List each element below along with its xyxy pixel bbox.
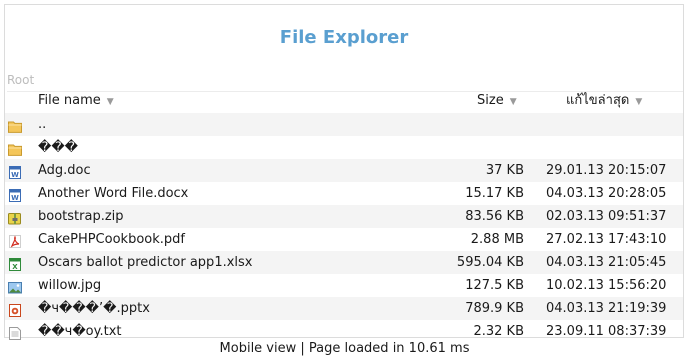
table-row[interactable]: ��ч�oy.txt 2.32 KB 23.09.11 08:37:39: [5, 320, 683, 343]
image-icon: [8, 279, 22, 294]
file-name[interactable]: ..: [38, 113, 46, 136]
word-doc-icon: W: [8, 187, 22, 202]
file-modified-date: 23.09.11 08:37:39: [546, 324, 667, 339]
table-row[interactable]: willow.jpg 127.5 KB 10.02.13 15:56:20: [5, 274, 683, 297]
column-header-size-label: Size: [477, 93, 504, 108]
column-header-name-label: File name: [38, 93, 101, 108]
table-row[interactable]: W Adg.doc 37 KB 29.01.13 20:15:07: [5, 159, 683, 182]
page-title: File Explorer: [279, 27, 409, 48]
table-row[interactable]: CakePHPCookbook.pdf 2.88 MB 27.02.13 17:43…: [5, 228, 683, 251]
file-name[interactable]: Adg.doc: [38, 159, 91, 182]
file-size: 83.56 KB: [465, 209, 524, 224]
excel-icon: X: [8, 256, 22, 271]
file-size: 595.04 KB: [456, 255, 524, 270]
powerpoint-icon: [8, 302, 22, 317]
svg-text:W: W: [11, 194, 19, 202]
file-name[interactable]: ��ч�oy.txt: [38, 320, 121, 343]
file-list: .. ��� W Adg.doc 37 KB 29.01.13 20:15:07 W Anot…: [5, 113, 683, 343]
sort-arrow-icon: ▼: [635, 97, 643, 107]
file-explorer-panel: File Explorer Root File name ▼ Size ▼ แก้ไ…: [4, 4, 684, 340]
svg-text:W: W: [11, 171, 19, 179]
file-size: 2.32 KB: [473, 324, 524, 339]
file-modified-date: 27.02.13 17:43:10: [546, 232, 667, 247]
sort-arrow-icon: ▼: [106, 97, 114, 107]
page-footer: Mobile view | Page loaded in 10.61 ms: [0, 341, 689, 356]
table-header: File name ▼ Size ▼ แก้ไขล่าสุด ▼: [5, 90, 683, 112]
file-name[interactable]: CakePHPCookbook.pdf: [38, 228, 185, 251]
file-name[interactable]: �ч���’�.pptx: [38, 297, 150, 320]
table-row[interactable]: bootstrap.zip 83.56 KB 02.03.13 09:51:37: [5, 205, 683, 228]
file-size: 15.17 KB: [465, 186, 524, 201]
folder-icon: [8, 118, 22, 133]
file-modified-date: 04.03.13 20:28:05: [546, 186, 667, 201]
table-row[interactable]: W Another Word File.docx 15.17 KB 04.03.13 …: [5, 182, 683, 205]
svg-text:X: X: [12, 263, 18, 271]
file-modified-date: 04.03.13 21:05:45: [546, 255, 667, 270]
word-doc-icon: W: [8, 164, 22, 179]
file-size: 37 KB: [485, 163, 524, 178]
file-name[interactable]: ���: [38, 136, 78, 159]
file-modified-date: 04.03.13 21:19:39: [546, 301, 667, 316]
file-modified-date: 29.01.13 20:15:07: [546, 163, 667, 178]
file-size: 2.88 MB: [470, 232, 524, 247]
file-modified-date: 02.03.13 09:51:37: [546, 209, 667, 224]
column-header-size[interactable]: Size ▼: [477, 90, 517, 113]
column-header-name[interactable]: File name ▼: [38, 90, 114, 113]
column-header-modified-label: แก้ไขล่าสุด: [566, 93, 630, 108]
file-name[interactable]: Another Word File.docx: [38, 182, 188, 205]
file-size: 127.5 KB: [465, 278, 524, 293]
file-name[interactable]: bootstrap.zip: [38, 205, 124, 228]
file-name[interactable]: Oscars ballot predictor app1.xlsx: [38, 251, 253, 274]
pdf-icon: [8, 233, 22, 248]
column-header-modified[interactable]: แก้ไขล่าสุด ▼: [566, 90, 642, 113]
table-row[interactable]: ���: [5, 136, 683, 159]
mobile-view-link[interactable]: Mobile view: [220, 341, 297, 356]
footer-separator: |: [300, 341, 305, 356]
folder-icon: [8, 141, 22, 156]
table-row[interactable]: �ч���’�.pptx 789.9 KB 04.03.13 21:19:39: [5, 297, 683, 320]
zip-archive-icon: [8, 210, 22, 225]
table-row[interactable]: ..: [5, 113, 683, 136]
file-size: 789.9 KB: [465, 301, 524, 316]
file-name[interactable]: willow.jpg: [38, 274, 101, 297]
sort-arrow-icon: ▼: [509, 97, 517, 107]
file-modified-date: 10.02.13 15:56:20: [546, 278, 667, 293]
page-load-time: Page loaded in 10.61 ms: [308, 341, 470, 356]
table-row[interactable]: X Oscars ballot predictor app1.xlsx 595.04…: [5, 251, 683, 274]
breadcrumb-root[interactable]: Root: [7, 69, 683, 92]
text-file-icon: [8, 325, 22, 340]
